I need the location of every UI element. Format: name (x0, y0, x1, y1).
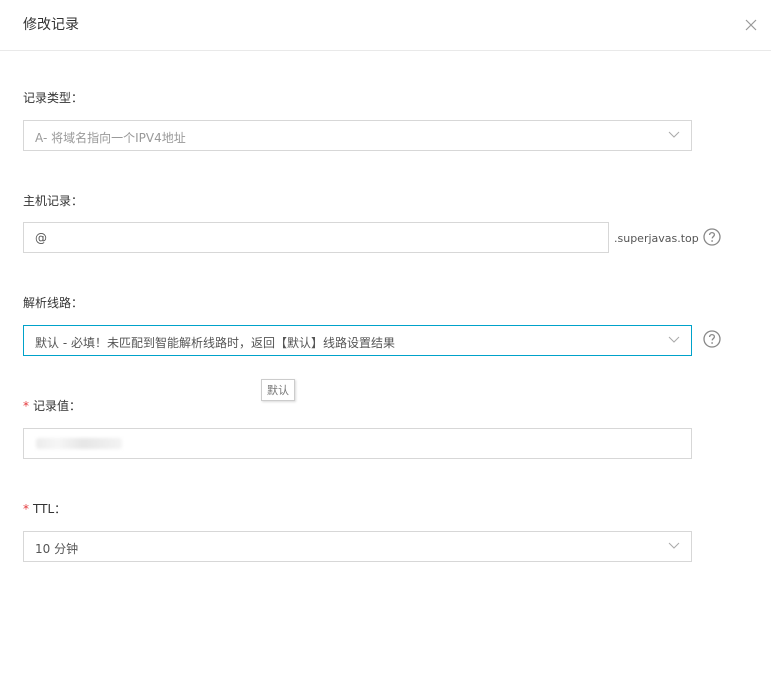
record-value-label: * 记录值： (23, 397, 81, 414)
dialog-title: 修改记录 (23, 17, 79, 33)
redacted-value (36, 438, 122, 449)
required-mark: * (23, 502, 29, 516)
host-record-label-text: 主机记录： (23, 194, 84, 208)
chevron-down-icon (668, 542, 680, 549)
close-icon[interactable] (742, 16, 760, 34)
ttl-label: * TTL： (23, 500, 66, 517)
line-label: 解析线路： (23, 294, 83, 311)
required-mark: * (23, 399, 29, 413)
line-value: 默认 - 必填！未匹配到智能解析线路时，返回【默认】线路设置结果 (35, 336, 395, 350)
record-type-select[interactable]: A- 将域名指向一个IPV4地址 (23, 120, 692, 151)
chevron-down-icon (668, 131, 680, 138)
domain-suffix: .superjavas.top (614, 232, 699, 245)
line-select[interactable]: 默认 - 必填！未匹配到智能解析线路时，返回【默认】线路设置结果 (23, 325, 692, 356)
record-type-label-text: 记录类型： (23, 91, 84, 105)
line-tooltip: 默认 (261, 379, 295, 401)
host-record-input[interactable]: @ (23, 222, 609, 253)
ttl-select[interactable]: 10 分钟 (23, 531, 692, 562)
host-record-value: @ (35, 231, 47, 245)
question-circle-icon[interactable] (703, 330, 721, 348)
host-record-label: 主机记录： (23, 192, 83, 209)
record-type-label: 记录类型： (23, 89, 83, 106)
ttl-label-text: TTL： (33, 502, 67, 516)
record-value-label-text: 记录值： (33, 399, 82, 413)
ttl-value: 10 分钟 (35, 542, 79, 556)
record-type-value: A- 将域名指向一个IPV4地址 (35, 131, 186, 145)
chevron-down-icon (668, 336, 680, 343)
dialog-header: 修改记录 (0, 0, 771, 51)
line-tooltip-text: 默认 (267, 384, 289, 397)
line-label-text: 解析线路： (23, 296, 84, 310)
question-circle-icon[interactable] (703, 228, 721, 246)
record-value-input[interactable] (23, 428, 692, 459)
